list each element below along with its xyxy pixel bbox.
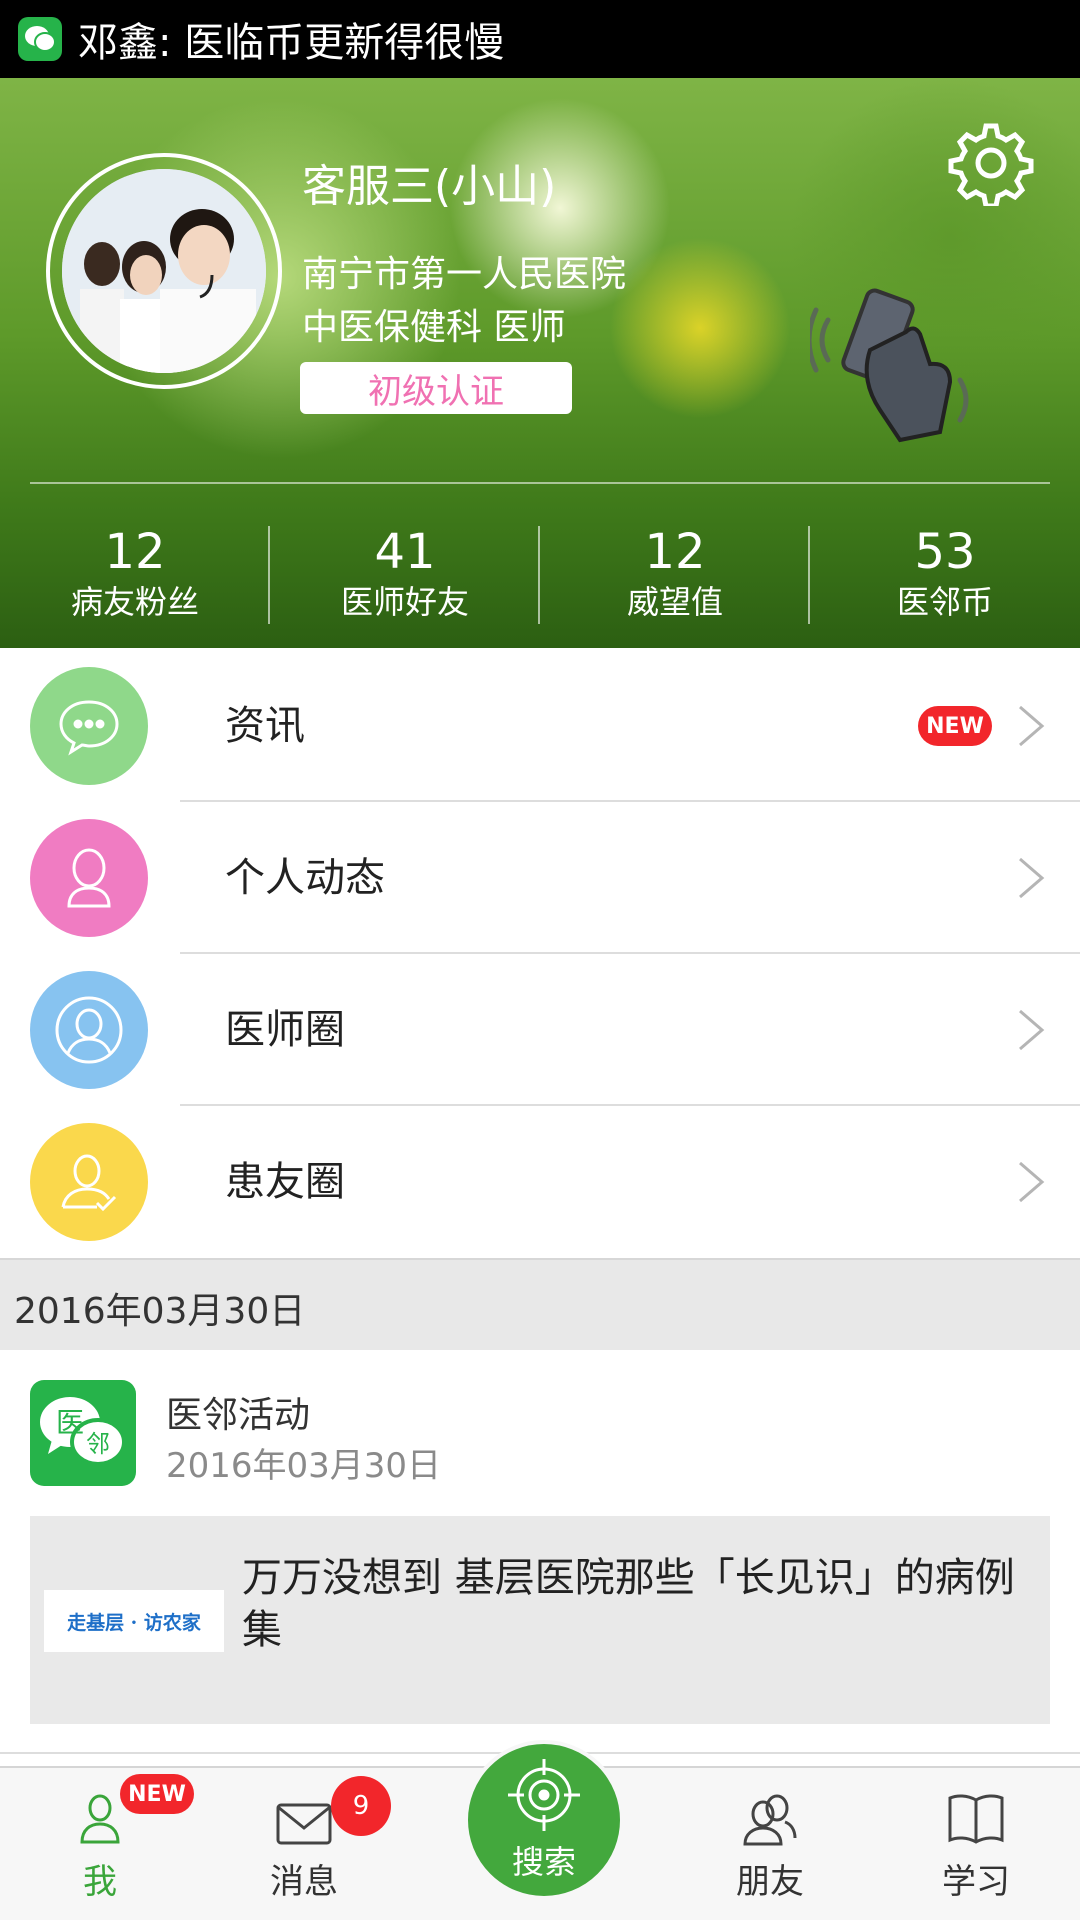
profile-hospital: 南宁市第一人民医院 xyxy=(302,254,627,295)
menu-item-doctor-circle[interactable]: 医师圈 xyxy=(0,954,1080,1106)
chevron-right-icon xyxy=(1019,1161,1045,1203)
feed-source-date: 2016年03月30日 xyxy=(166,1446,442,1486)
menu-item-label: 资讯 xyxy=(225,703,305,749)
certification-badge[interactable]: 初级认证 xyxy=(300,362,572,414)
profile-header: 客服三(小山) 南宁市第一人民医院 中医保健科 医师 初级认证 12 病友粉丝 … xyxy=(0,78,1080,648)
tab-me[interactable]: NEW 我 xyxy=(20,1768,194,1922)
stat-label: 威望值 xyxy=(626,583,723,621)
tab-me-new-badge: NEW xyxy=(120,1774,194,1814)
search-label: 搜索 xyxy=(511,1843,576,1881)
profile-stats: 12 病友粉丝 41 医师好友 12 威望值 53 医邻币 xyxy=(0,518,1080,628)
menu-item-label: 个人动态 xyxy=(225,855,385,901)
stat-doctor-friends[interactable]: 41 医师好友 xyxy=(270,518,540,628)
menu-item-personal-feed[interactable]: 个人动态 xyxy=(0,802,1080,954)
feed-date-header-text: 2016年03月30日 xyxy=(14,1291,306,1332)
chevron-right-icon xyxy=(1019,857,1045,899)
avatar-photo xyxy=(62,169,266,373)
logo-char-yi: 医 xyxy=(56,1406,84,1439)
tab-label: 消息 xyxy=(270,1862,338,1902)
tab-friends[interactable]: 朋友 xyxy=(690,1768,850,1922)
notification-text: 邓鑫: 医临币更新得很慢 xyxy=(78,20,505,66)
article-thumb-text: 走基层 · 访农家 xyxy=(67,1611,201,1634)
menu-item-patient-circle[interactable]: 患友圈 xyxy=(0,1106,1080,1258)
stat-label: 病友粉丝 xyxy=(70,583,199,621)
friends-icon xyxy=(743,1794,797,1846)
menu-item-label: 医师圈 xyxy=(225,1007,345,1053)
stat-value: 41 xyxy=(374,524,436,580)
feed-source-name: 医邻活动 xyxy=(166,1395,311,1436)
tab-label: 朋友 xyxy=(736,1862,804,1902)
envelope-icon xyxy=(276,1803,332,1845)
stat-value: 12 xyxy=(644,524,706,580)
menu-item-news[interactable]: 资讯 NEW xyxy=(0,650,1080,802)
target-icon xyxy=(508,1759,580,1831)
article-title: 万万没想到 基层医院那些「长见识」的病例集 xyxy=(242,1555,1015,1653)
stat-prestige[interactable]: 12 威望值 xyxy=(540,518,810,628)
profile-department: 中医保健科 医师 xyxy=(302,307,566,348)
stat-patient-fans[interactable]: 12 病友粉丝 xyxy=(0,518,270,628)
yilin-chat-icon xyxy=(18,17,62,61)
stat-label: 医邻币 xyxy=(896,583,993,621)
person-icon xyxy=(30,819,148,937)
unread-count-badge: 9 xyxy=(331,1776,391,1836)
tab-label: 我 xyxy=(83,1862,117,1902)
shake-phone-icon[interactable] xyxy=(810,280,970,450)
person-icon xyxy=(80,1794,120,1844)
avatar[interactable] xyxy=(46,153,282,389)
chat-bubble-icon xyxy=(30,667,148,785)
menu-item-label: 患友圈 xyxy=(225,1159,345,1205)
new-badge: NEW xyxy=(918,706,992,746)
stat-value: 53 xyxy=(914,524,976,580)
chevron-right-icon xyxy=(1019,1009,1045,1051)
feed-date-header: 2016年03月30日 xyxy=(0,1258,1080,1350)
notification-bar[interactable]: 邓鑫: 医临币更新得很慢 xyxy=(0,0,1080,78)
chevron-right-icon xyxy=(1019,705,1045,747)
doctor-profile-icon xyxy=(30,971,148,1089)
article-thumbnail: 走基层 · 访农家 xyxy=(44,1590,224,1652)
patient-profile-icon xyxy=(30,1123,148,1241)
stat-label: 医师好友 xyxy=(340,583,469,621)
tab-label: 学习 xyxy=(942,1862,1010,1902)
tab-study[interactable]: 学习 xyxy=(896,1768,1056,1922)
stat-value: 12 xyxy=(104,524,166,580)
yilin-logo-icon[interactable]: 医 邻 xyxy=(30,1380,136,1486)
stat-coins[interactable]: 53 医邻币 xyxy=(810,518,1080,628)
settings-gear-icon[interactable] xyxy=(948,120,1034,206)
logo-char-lin: 邻 xyxy=(86,1430,110,1458)
search-button[interactable]: 搜索 xyxy=(464,1740,624,1900)
tab-messages[interactable]: 9 消息 xyxy=(224,1768,391,1922)
header-divider xyxy=(30,482,1050,484)
article-card[interactable]: 走基层 · 访农家 万万没想到 基层医院那些「长见识」的病例集 xyxy=(30,1516,1050,1724)
book-icon xyxy=(948,1794,1004,1844)
profile-name: 客服三(小山) xyxy=(302,161,557,212)
menu-list: 资讯 NEW 个人动态 医师圈 患友圈 xyxy=(0,650,1080,1258)
